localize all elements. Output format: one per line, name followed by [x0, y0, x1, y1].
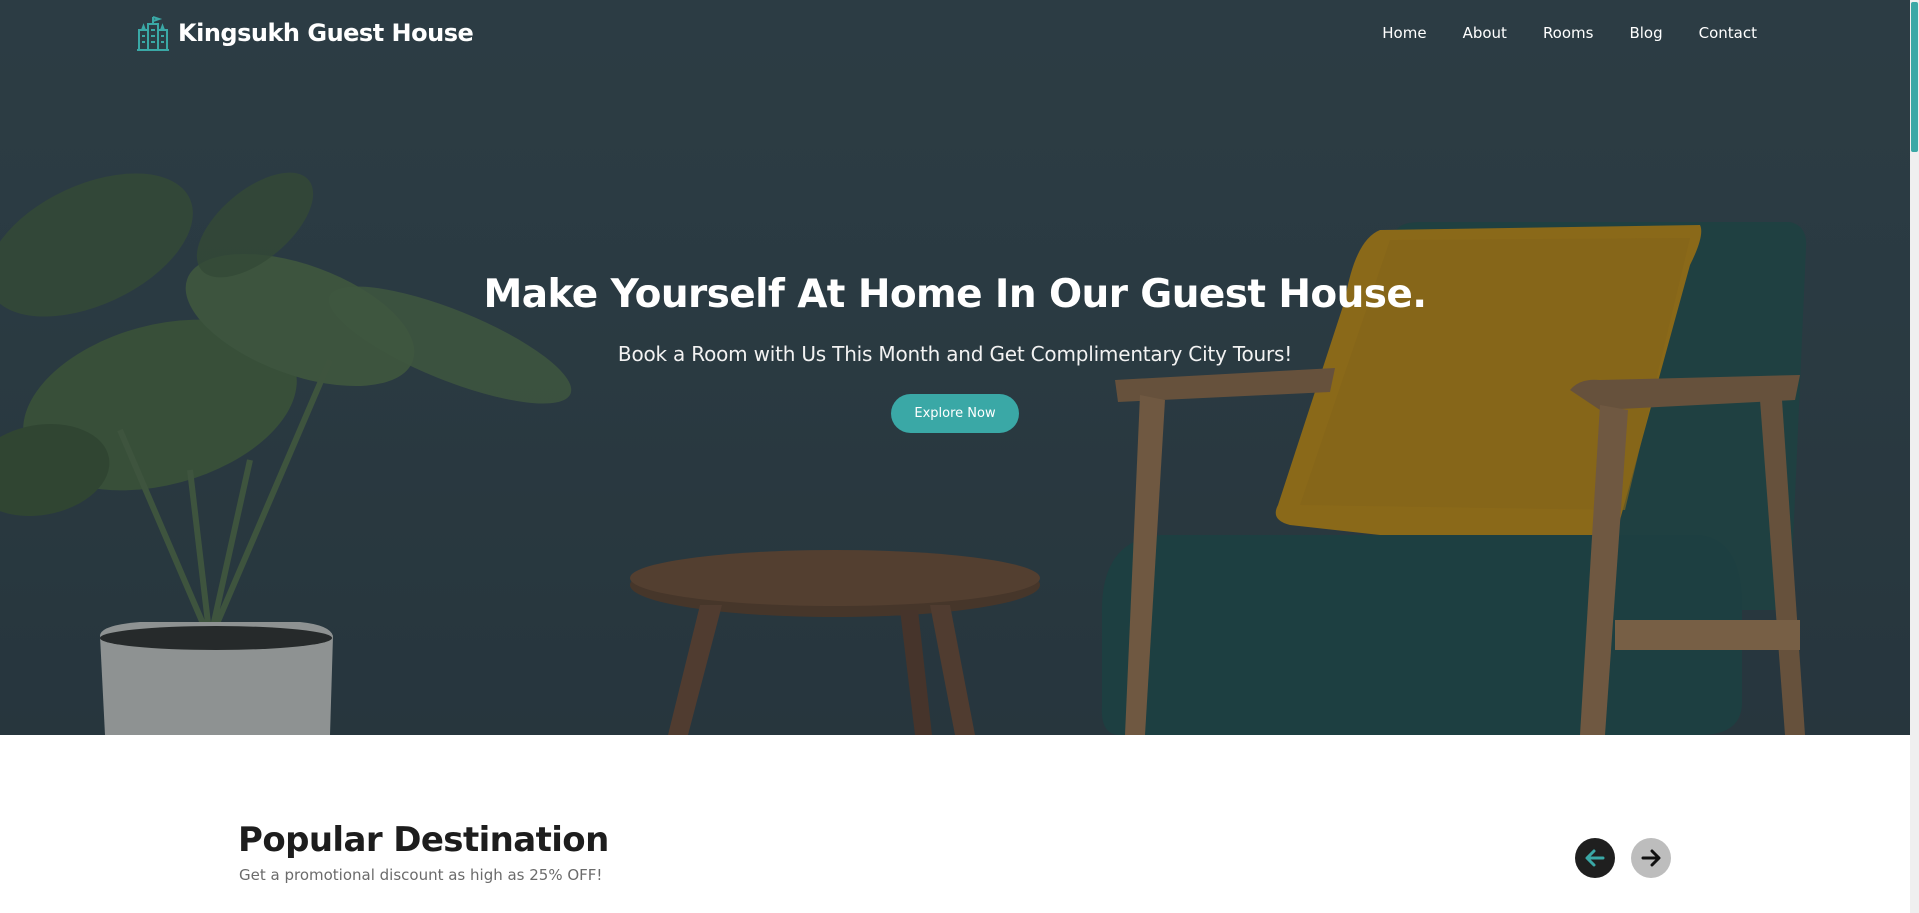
hero-background-image: [0, 0, 1910, 735]
arrow-left-icon: [1585, 849, 1605, 867]
main-navigation: Home About Rooms Blog Contact: [1346, 24, 1757, 42]
nav-item-rooms[interactable]: Rooms: [1543, 24, 1594, 42]
hero-section: Kingsukh Guest House Home About Rooms Bl…: [0, 0, 1910, 735]
arrow-right-icon: [1641, 849, 1661, 867]
carousel-prev-button[interactable]: [1575, 838, 1615, 878]
nav-item-home[interactable]: Home: [1382, 24, 1426, 42]
scrollbar-thumb[interactable]: [1911, 2, 1918, 152]
brand-name: Kingsukh Guest House: [178, 19, 474, 47]
page-scrollbar[interactable]: [1910, 0, 1919, 913]
guest-house-logo-icon: [137, 16, 169, 51]
nav-item-about[interactable]: About: [1463, 24, 1507, 42]
explore-now-button[interactable]: Explore Now: [891, 394, 1019, 433]
section-subtitle: Get a promotional discount as high as 25…: [239, 866, 603, 884]
hero-subtitle: Book a Room with Us This Month and Get C…: [617, 342, 1293, 366]
nav-item-contact[interactable]: Contact: [1699, 24, 1757, 42]
section-title: Popular Destination: [238, 820, 609, 860]
brand[interactable]: Kingsukh Guest House: [136, 14, 474, 52]
nav-item-blog[interactable]: Blog: [1629, 24, 1662, 42]
carousel-next-button[interactable]: [1631, 838, 1671, 878]
hero-title: Make Yourself At Home In Our Guest House…: [483, 272, 1428, 317]
